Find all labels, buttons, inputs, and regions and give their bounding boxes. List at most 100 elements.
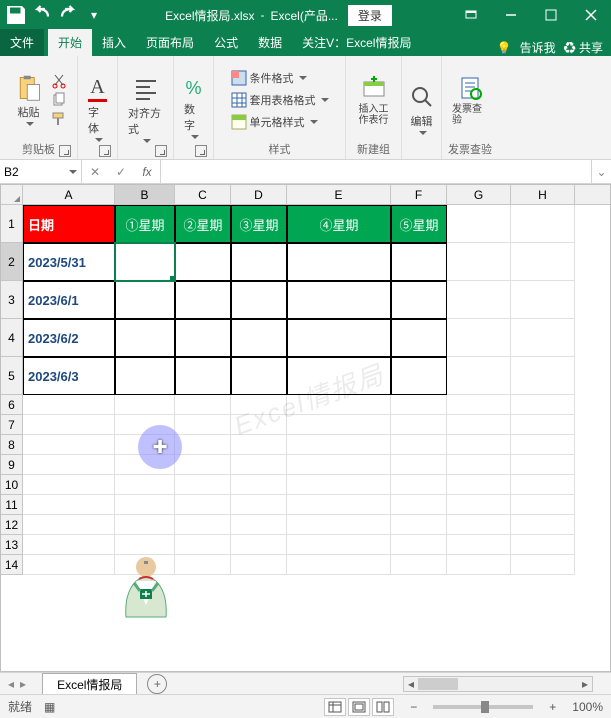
cell-B1[interactable]: ①星期 xyxy=(115,205,175,243)
undo-icon[interactable] xyxy=(30,3,54,27)
login-button[interactable]: 登录 xyxy=(348,5,392,26)
row-6[interactable]: 6 xyxy=(1,395,23,415)
format-painter-icon[interactable] xyxy=(51,111,67,127)
cell-B4[interactable] xyxy=(115,319,175,357)
col-G[interactable]: G xyxy=(447,185,511,204)
row-3[interactable]: 3 xyxy=(1,281,23,319)
sheet-tab-1[interactable]: Excel情报局 xyxy=(42,673,137,695)
cell-A1[interactable]: 日期 xyxy=(23,205,115,243)
view-pagebreak-icon[interactable] xyxy=(372,698,394,716)
cell-D4[interactable] xyxy=(231,319,287,357)
row-5[interactable]: 5 xyxy=(1,357,23,395)
row-14[interactable]: 14 xyxy=(1,555,23,575)
number-dialog-icon[interactable] xyxy=(195,145,207,157)
cell-G1[interactable] xyxy=(447,205,511,243)
tab-layout[interactable]: 页面布局 xyxy=(136,29,204,56)
formula-cancel-icon[interactable]: ✕ xyxy=(82,165,108,179)
ribbon-display-icon[interactable] xyxy=(451,0,491,30)
redo-icon[interactable] xyxy=(56,3,80,27)
copy-icon[interactable] xyxy=(51,92,67,108)
cell-B3[interactable] xyxy=(115,281,175,319)
name-box[interactable]: B2 xyxy=(0,160,82,183)
zoom-level[interactable]: 100% xyxy=(572,700,603,714)
scroll-right-icon[interactable]: ▸ xyxy=(578,677,592,691)
tellme-icon[interactable]: 💡 xyxy=(497,41,512,55)
font-dialog-icon[interactable] xyxy=(99,145,111,157)
tab-data[interactable]: 数据 xyxy=(248,29,292,56)
cell-A5[interactable]: 2023/6/3 xyxy=(23,357,115,395)
view-layout-icon[interactable] xyxy=(348,698,370,716)
cut-icon[interactable] xyxy=(51,73,67,89)
row-11[interactable]: 11 xyxy=(1,495,23,515)
cell-G5[interactable] xyxy=(447,357,511,395)
cell-C2[interactable] xyxy=(175,243,231,281)
col-A[interactable]: A xyxy=(23,185,115,204)
row-9[interactable]: 9 xyxy=(1,455,23,475)
cell-F1[interactable]: ⑤星期 xyxy=(391,205,447,243)
paste-button[interactable]: 粘贴 xyxy=(11,72,47,128)
col-F[interactable]: F xyxy=(391,185,447,204)
minimize-icon[interactable] xyxy=(491,0,531,30)
cell-H1[interactable] xyxy=(511,205,575,243)
cell-B5[interactable] xyxy=(115,357,175,395)
row-4[interactable]: 4 xyxy=(1,319,23,357)
formula-input[interactable] xyxy=(161,160,591,183)
cell-D1[interactable]: ③星期 xyxy=(231,205,287,243)
conditional-format-button[interactable]: 条件格式 xyxy=(231,70,307,86)
cell-H4[interactable] xyxy=(511,319,575,357)
cell-C3[interactable] xyxy=(175,281,231,319)
zoom-out-icon[interactable]: − xyxy=(406,700,421,714)
col-D[interactable]: D xyxy=(231,185,287,204)
zoom-in-icon[interactable]: + xyxy=(545,700,560,714)
cell-F4[interactable] xyxy=(391,319,447,357)
save-icon[interactable] xyxy=(4,3,28,27)
cell-H2[interactable] xyxy=(511,243,575,281)
tab-home[interactable]: 开始 xyxy=(48,29,92,56)
editing-button[interactable]: 编辑 xyxy=(404,81,440,137)
cell-G2[interactable] xyxy=(447,243,511,281)
share-button[interactable]: ♻ 共享 xyxy=(564,39,603,56)
formula-enter-icon[interactable]: ✓ xyxy=(108,165,134,179)
cell-D2[interactable] xyxy=(231,243,287,281)
number-button[interactable]: %数字 xyxy=(180,76,207,141)
invoice-check-button[interactable]: 发票查验 xyxy=(448,72,492,128)
cell-H3[interactable] xyxy=(511,281,575,319)
cell-D5[interactable] xyxy=(231,357,287,395)
cell-E4[interactable] xyxy=(287,319,391,357)
macro-record-icon[interactable]: ▦ xyxy=(44,700,55,714)
cell-E2[interactable] xyxy=(287,243,391,281)
cell-F5[interactable] xyxy=(391,357,447,395)
cell-F3[interactable] xyxy=(391,281,447,319)
cell-style-button[interactable]: 单元格样式 xyxy=(231,114,318,130)
row-8[interactable]: 8 xyxy=(1,435,23,455)
row-10[interactable]: 10 xyxy=(1,475,23,495)
cell-E1[interactable]: ④星期 xyxy=(287,205,391,243)
view-normal-icon[interactable] xyxy=(324,698,346,716)
cell-E5[interactable] xyxy=(287,357,391,395)
select-all-button[interactable] xyxy=(1,185,23,204)
col-E[interactable]: E xyxy=(287,185,391,204)
cell-H5[interactable] xyxy=(511,357,575,395)
cell-C4[interactable] xyxy=(175,319,231,357)
col-H[interactable]: H xyxy=(511,185,575,204)
cell-A2[interactable]: 2023/5/31 xyxy=(23,243,115,281)
align-dialog-icon[interactable] xyxy=(155,145,167,157)
row-2[interactable]: 2 xyxy=(1,243,23,281)
cell-C1[interactable]: ②星期 xyxy=(175,205,231,243)
close-icon[interactable] xyxy=(571,0,611,30)
cell-F2[interactable] xyxy=(391,243,447,281)
fx-icon[interactable]: fx xyxy=(134,165,160,179)
row-13[interactable]: 13 xyxy=(1,535,23,555)
font-button[interactable]: A字体 xyxy=(84,74,111,144)
add-sheet-button[interactable]: + xyxy=(147,674,167,694)
cell-G3[interactable] xyxy=(447,281,511,319)
cell-A3[interactable]: 2023/6/1 xyxy=(23,281,115,319)
zoom-slider[interactable] xyxy=(433,705,533,709)
row-12[interactable]: 12 xyxy=(1,515,23,535)
col-C[interactable]: C xyxy=(175,185,231,204)
qat-customize-icon[interactable]: ▾ xyxy=(82,3,106,27)
cell-A4[interactable]: 2023/6/2 xyxy=(23,319,115,357)
sheet-nav-first-icon[interactable]: ◂ xyxy=(8,677,14,691)
scroll-left-icon[interactable]: ◂ xyxy=(404,677,418,691)
tab-formula[interactable]: 公式 xyxy=(204,29,248,56)
